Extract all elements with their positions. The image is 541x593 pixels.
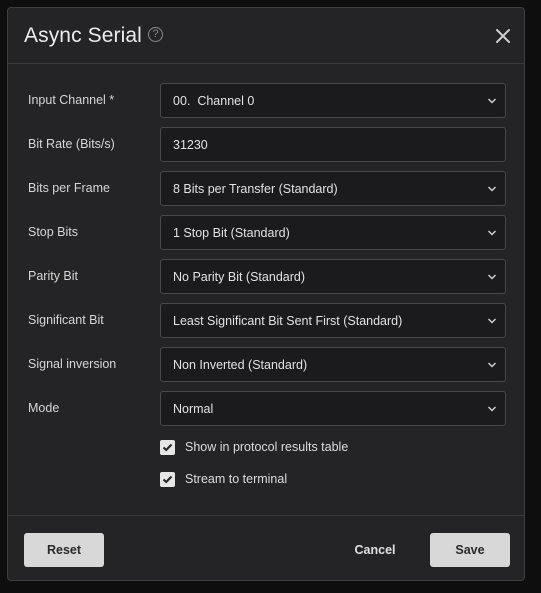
dialog-footer: Reset Cancel Save	[8, 515, 524, 581]
stop-bits-select[interactable]: 1 Stop Bit (Standard)	[160, 215, 506, 250]
signal-inversion-label: Signal inversion	[28, 357, 117, 371]
bit-rate-value: 31230	[173, 138, 208, 152]
cancel-button[interactable]: Cancel	[340, 533, 410, 567]
signal-inversion-value: Non Inverted (Standard)	[173, 358, 308, 372]
stream-to-terminal-label[interactable]: Stream to terminal	[185, 472, 287, 486]
show-in-table-label[interactable]: Show in protocol results table	[185, 440, 348, 454]
bits-per-frame-row: Bits per Frame 8 Bits per Transfer (Stan…	[28, 171, 506, 206]
input-channel-row: Input Channel * 00. Channel 0	[28, 83, 506, 118]
mode-select[interactable]: Normal	[160, 391, 506, 426]
chevron-down-icon	[487, 186, 497, 192]
mode-row: Mode Normal	[28, 391, 506, 426]
bit-rate-input[interactable]: 31230	[160, 127, 506, 162]
close-icon[interactable]	[494, 27, 512, 45]
mode-label: Mode	[28, 401, 60, 415]
dialog-title: Async Serial	[24, 24, 142, 47]
show-in-table-checkbox[interactable]	[160, 440, 175, 455]
bits-per-frame-label: Bits per Frame	[28, 181, 110, 195]
chevron-down-icon	[487, 230, 497, 236]
signal-inversion-select[interactable]: Non Inverted (Standard)	[160, 347, 506, 382]
question-circle-icon[interactable]: ?	[148, 27, 163, 42]
save-button[interactable]: Save	[430, 533, 510, 567]
stop-bits-row: Stop Bits 1 Stop Bit (Standard)	[28, 215, 506, 250]
significant-bit-select[interactable]: Least Significant Bit Sent First (Standa…	[160, 303, 506, 338]
reset-button[interactable]: Reset	[24, 533, 104, 567]
bit-rate-row: Bit Rate (Bits/s) 31230	[28, 127, 506, 162]
significant-bit-row: Significant Bit Least Significant Bit Se…	[28, 303, 506, 338]
checkmark-icon	[162, 443, 173, 452]
stream-to-terminal-checkbox[interactable]	[160, 472, 175, 487]
stream-to-terminal-option[interactable]: Stream to terminal	[160, 471, 460, 489]
dialog-header: Async Serial ?	[8, 8, 524, 64]
chevron-down-icon	[487, 362, 497, 368]
input-channel-value: 00. Channel 0	[173, 94, 255, 108]
chevron-down-icon	[487, 98, 497, 104]
bit-rate-label: Bit Rate (Bits/s)	[28, 137, 115, 151]
significant-bit-label: Significant Bit	[28, 313, 104, 327]
chevron-down-icon	[487, 406, 497, 412]
input-channel-label: Input Channel *	[28, 93, 115, 107]
parity-bit-label: Parity Bit	[28, 269, 79, 283]
parity-bit-select[interactable]: No Parity Bit (Standard)	[160, 259, 506, 294]
mode-value: Normal	[173, 402, 214, 416]
chevron-down-icon	[487, 274, 497, 280]
bits-per-frame-select[interactable]: 8 Bits per Transfer (Standard)	[160, 171, 506, 206]
show-in-table-option[interactable]: Show in protocol results table	[160, 439, 460, 457]
stop-bits-value: 1 Stop Bit (Standard)	[173, 226, 290, 240]
signal-inversion-row: Signal inversion Non Inverted (Standard)	[28, 347, 506, 382]
checkmark-icon	[162, 475, 173, 484]
bits-per-frame-value: 8 Bits per Transfer (Standard)	[173, 182, 338, 196]
chevron-down-icon	[487, 318, 497, 324]
stop-bits-label: Stop Bits	[28, 225, 79, 239]
significant-bit-value: Least Significant Bit Sent First (Standa…	[173, 314, 403, 328]
parity-bit-row: Parity Bit No Parity Bit (Standard)	[28, 259, 506, 294]
parity-bit-value: No Parity Bit (Standard)	[173, 270, 305, 284]
async-serial-dialog: Async Serial ? Input Channel * 00. Chann…	[7, 7, 525, 581]
input-channel-select[interactable]: 00. Channel 0	[160, 83, 506, 118]
